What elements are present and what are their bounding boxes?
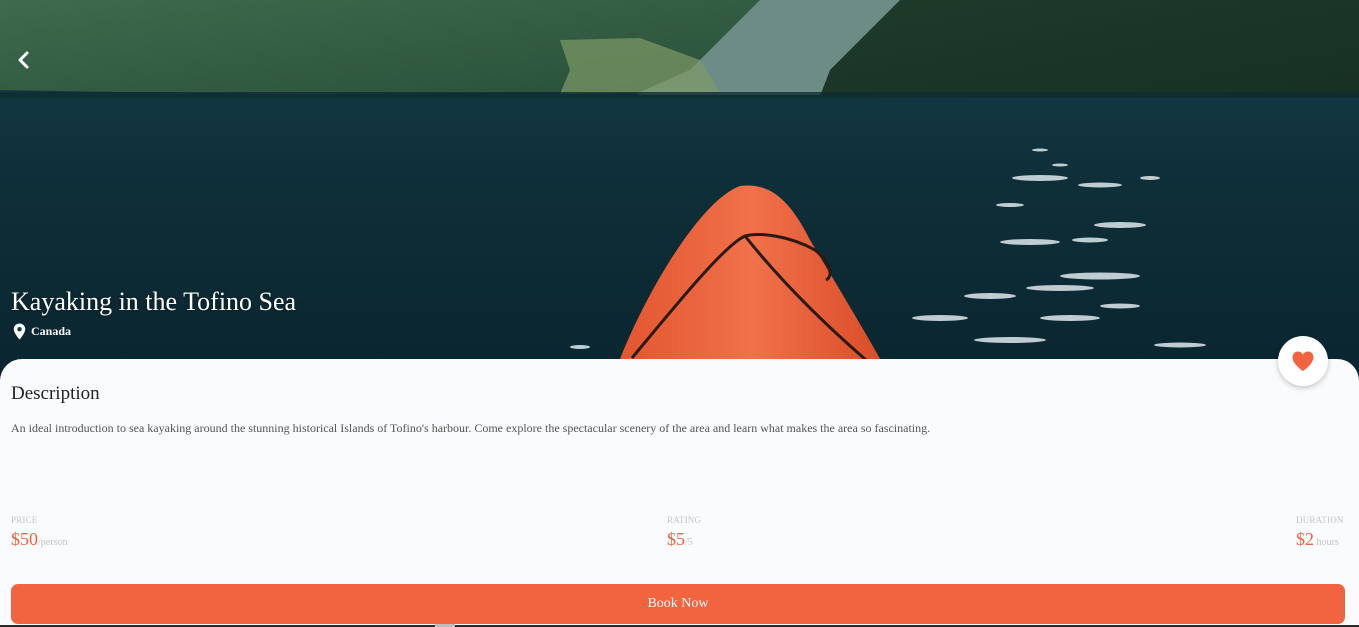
price-unit: /person <box>38 537 68 548</box>
description-text: An ideal introduction to sea kayaking ar… <box>11 421 931 435</box>
duration-value: $2 <box>1296 529 1314 549</box>
price-label: PRICE <box>11 515 38 525</box>
favorite-button[interactable] <box>1278 336 1328 386</box>
rating-unit: /5 <box>685 537 693 548</box>
back-button[interactable] <box>10 46 38 74</box>
rating-label: RATING <box>667 515 702 525</box>
map-pin-icon <box>13 323 26 340</box>
chevron-left-icon <box>18 51 29 69</box>
price-stat: PRICE $50/person <box>11 514 67 554</box>
duration-label: DURATION <box>1296 515 1344 525</box>
book-now-button[interactable]: Book Now <box>11 584 1345 624</box>
activity-detail-page: Kayaking in the Tofino Sea Canada Descri… <box>0 0 1359 627</box>
duration-unit: hours <box>1314 537 1339 548</box>
rating-value: $5 <box>667 529 685 549</box>
description-heading: Description <box>11 383 100 404</box>
rating-stat: RATING $5/5 <box>667 514 701 554</box>
kayak-scene-image <box>0 0 1359 380</box>
location-label: Canada <box>31 324 72 338</box>
hero-image: Kayaking in the Tofino Sea Canada <box>0 0 1359 380</box>
heart-icon <box>1292 351 1314 371</box>
location: Canada <box>13 323 71 340</box>
duration-stat: DURATION $2 hours <box>1296 514 1344 554</box>
price-value: $50 <box>11 529 38 549</box>
page-title: Kayaking in the Tofino Sea <box>11 287 297 316</box>
